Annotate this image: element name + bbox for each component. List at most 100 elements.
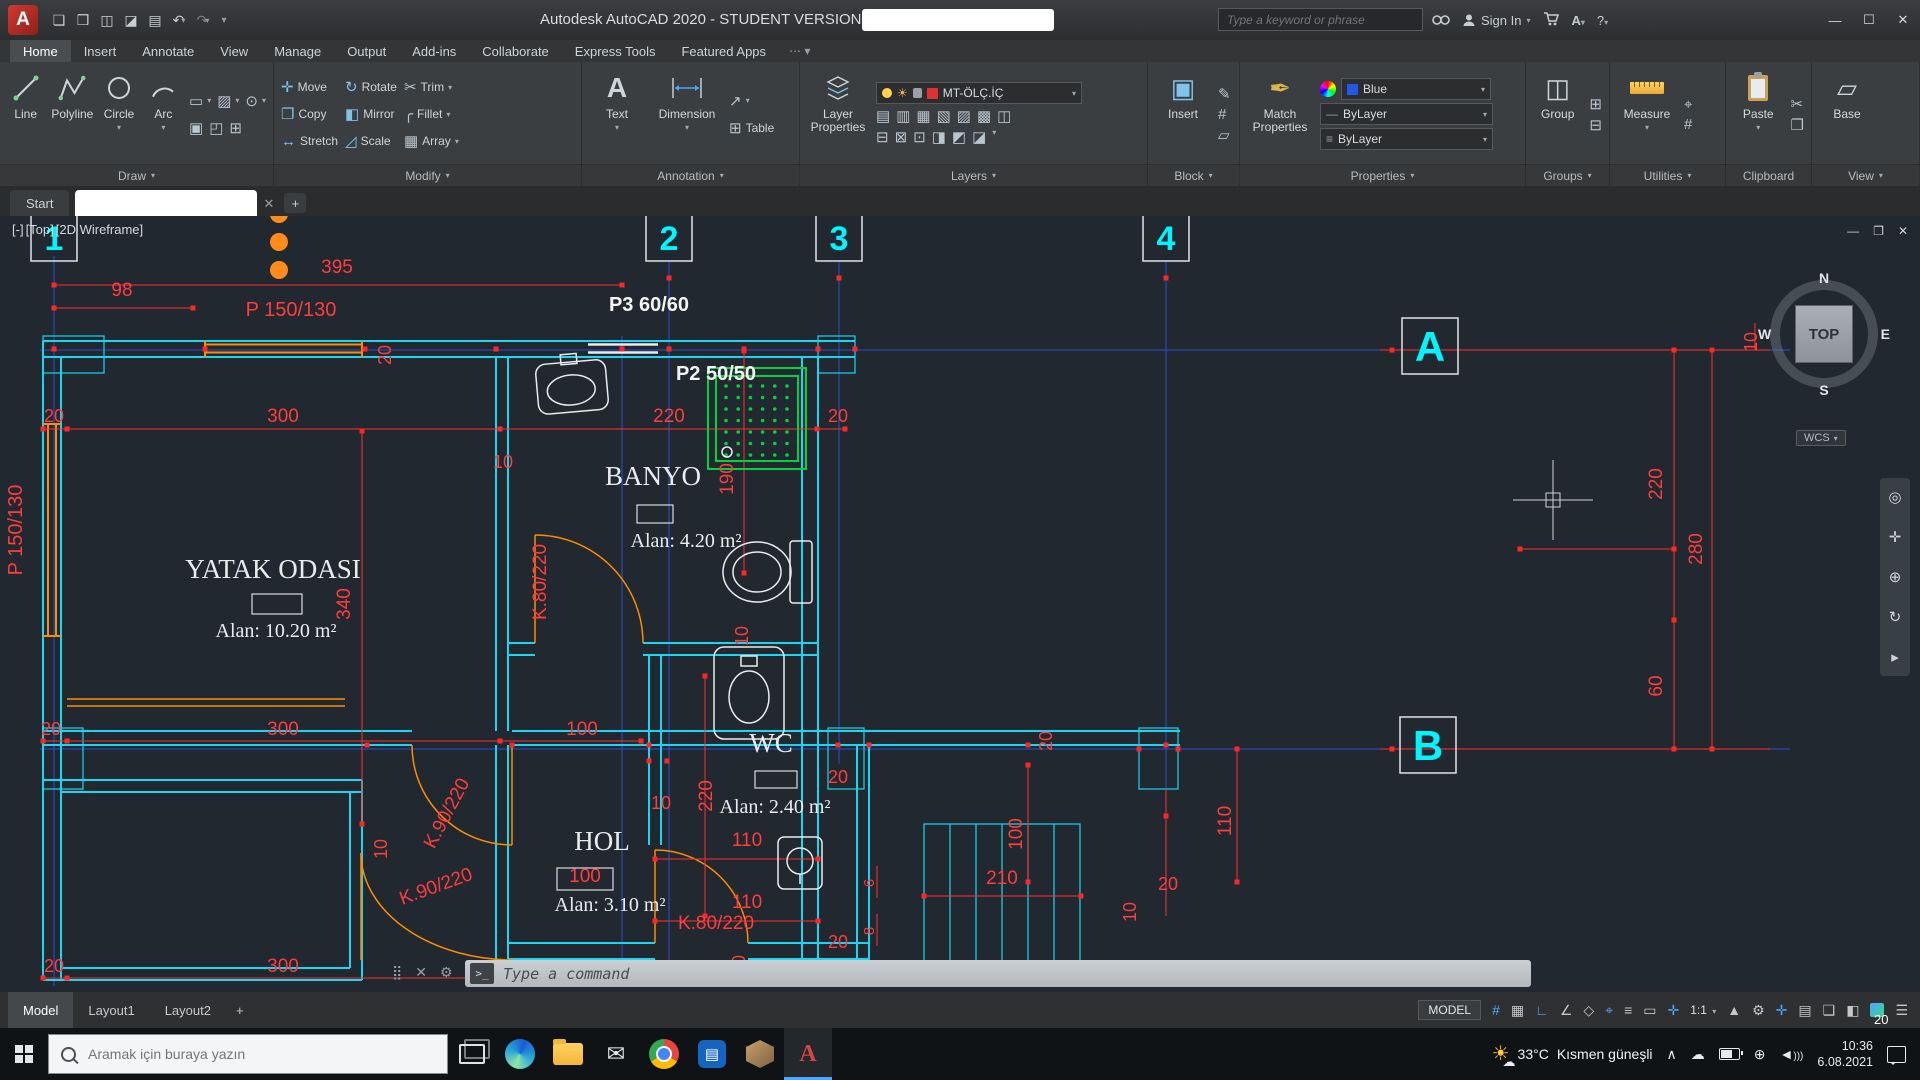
drawing-label[interactable]: 20 <box>1158 874 1178 894</box>
drawing-label[interactable]: 300 <box>267 956 299 977</box>
drawing-label[interactable]: P 150/130 <box>246 299 337 321</box>
grip-dot[interactable] <box>64 975 70 981</box>
ortho-icon[interactable]: ∟ <box>1535 1002 1549 1018</box>
drawing-label[interactable]: HOL <box>574 826 630 856</box>
task-view-button[interactable] <box>448 1028 496 1080</box>
layer-current-icon[interactable]: ▩ <box>977 107 991 125</box>
compass-west[interactable]: W <box>1758 326 1771 342</box>
drawing-label[interactable]: 98 <box>111 280 132 301</box>
grip-dot[interactable] <box>64 738 70 744</box>
grip-dot[interactable] <box>652 856 658 862</box>
ribbon-overflow-icon[interactable]: ⋯ ▾ <box>779 40 820 62</box>
model-space-button[interactable]: MODEL <box>1418 1000 1482 1020</box>
autocad-logo[interactable]: A <box>8 5 38 35</box>
panel-label-draw[interactable]: Draw ▾ <box>0 164 273 186</box>
drawing-label[interactable]: Alan: 3.10 m² <box>555 894 666 916</box>
drawing-label[interactable]: 60 <box>1646 675 1667 696</box>
ellipse-tool-icon[interactable]: ⊙ ▾ <box>245 89 266 113</box>
fillet-button[interactable]: ╭ Fillet ▾ <box>404 102 459 126</box>
grip-dot[interactable] <box>866 742 872 748</box>
layer-prev-icon[interactable]: ◨ <box>932 128 946 146</box>
polar-tracking-icon[interactable]: ∠ <box>1560 1002 1573 1019</box>
ribbon-tab-home[interactable]: Home <box>10 40 71 62</box>
drawing-label[interactable]: 100 <box>566 719 598 740</box>
zoom-extents-icon[interactable]: ⊕ <box>1889 568 1902 586</box>
arc-button[interactable]: Arc ▾ <box>145 66 182 162</box>
layer-off-icon[interactable]: ▤ <box>876 107 890 125</box>
grip-dot[interactable] <box>493 346 499 352</box>
grip-dot[interactable] <box>1136 746 1142 752</box>
grip-dot[interactable] <box>1517 546 1523 552</box>
text-button[interactable]: A Text ▾ <box>589 66 645 162</box>
pan-icon[interactable]: ✛ <box>1889 528 1902 546</box>
layer-thaw-all-icon[interactable]: ⊠ <box>895 128 908 146</box>
drawing-label[interactable]: 300 <box>267 406 299 427</box>
id-point-icon[interactable]: ⌖ <box>1684 96 1692 113</box>
drawing-label[interactable]: P3 60/60 <box>609 294 689 316</box>
lineweight-dropdown[interactable]: — ByLayer ▾ <box>1320 103 1493 125</box>
drawing-close-icon[interactable]: ✕ <box>1898 224 1908 238</box>
drawing-label[interactable]: WC <box>749 728 793 758</box>
start-button[interactable] <box>0 1028 48 1080</box>
drawing-label[interactable]: 10 <box>1120 902 1140 922</box>
full-navigation-wheel-icon[interactable]: ◎ <box>1888 488 1901 506</box>
grip-dot[interactable] <box>702 673 708 679</box>
drawing-label[interactable]: 10 <box>732 626 752 646</box>
drawing-label[interactable]: 220 <box>696 780 717 812</box>
grip-dot[interactable] <box>1709 746 1715 752</box>
undo-icon[interactable]: ↶ ▾ <box>168 8 190 32</box>
annotation-visibility-icon[interactable]: ▲ <box>1727 1002 1741 1018</box>
scale-button[interactable]: ◿ Scale <box>345 129 397 153</box>
grip-dot[interactable] <box>1163 275 1169 281</box>
grid-icon[interactable]: # <box>1492 1002 1500 1018</box>
grip-dot[interactable] <box>638 738 644 744</box>
panel-label-clipboard[interactable]: Clipboard <box>1726 164 1811 186</box>
mirror-button[interactable]: ◧ Mirror <box>345 102 397 126</box>
minimize-button[interactable]: — <box>1818 0 1852 40</box>
layer-match-icon[interactable]: ▨ <box>957 107 971 125</box>
annotation-monitor-icon[interactable]: ✛ <box>1776 1002 1788 1019</box>
orbit-icon[interactable]: ↻ <box>1889 608 1902 626</box>
drawing-label[interactable]: YATAK ODASI <box>185 554 361 584</box>
save-as-icon[interactable]: ◪ <box>120 8 142 32</box>
grip-dot[interactable] <box>619 346 625 352</box>
drawing-label[interactable]: 110 <box>732 830 762 851</box>
grip-dot[interactable] <box>814 426 820 432</box>
move-button[interactable]: ✛ Move <box>281 75 338 99</box>
grip-dot[interactable] <box>362 346 368 352</box>
command-drag-grip-icon[interactable]: ⣿ <box>392 964 402 981</box>
grip-dot[interactable] <box>190 305 196 311</box>
viewcube[interactable]: TOP N S W E <box>1758 270 1890 398</box>
weather-widget[interactable]: ☀ ☁ 33°C Kısmen güneşli <box>1492 1044 1653 1068</box>
panel-label-annotation[interactable]: Annotation ▾ <box>582 164 799 186</box>
boundary-tool-icon[interactable]: ◰ <box>209 116 223 140</box>
plot-icon[interactable]: ▤ <box>144 8 166 32</box>
layout-tab-layout2[interactable]: Layout2 <box>150 992 226 1028</box>
match-properties-button[interactable]: ✒ Match Properties <box>1247 66 1313 162</box>
qat-customize-icon[interactable]: ▾ <box>213 8 235 32</box>
grip-dot[interactable] <box>509 742 515 748</box>
panel-label-block[interactable]: Block ▾ <box>1148 164 1239 186</box>
grip-dot[interactable] <box>852 346 858 352</box>
drawing-restore-icon[interactable]: ❐ <box>1873 224 1884 238</box>
layer-unlock-icon[interactable]: ⊡ <box>913 128 926 146</box>
drawing-label[interactable]: 20 <box>44 956 64 976</box>
base-button[interactable]: ▱ Base <box>1819 66 1875 162</box>
layer-delete-icon[interactable]: ◪ <box>972 128 986 146</box>
grip-dot[interactable] <box>921 893 927 899</box>
block-create-icon[interactable]: ▱ <box>1218 126 1231 144</box>
grip-dot[interactable] <box>1025 762 1031 768</box>
group-button[interactable]: ◫ Group <box>1533 66 1582 162</box>
command-close-icon[interactable]: ✕ <box>415 964 427 981</box>
workspace-icon[interactable]: ⚙ <box>1752 1002 1765 1019</box>
grip-dot[interactable] <box>1025 879 1031 885</box>
drawing-label[interactable]: 10 <box>651 793 671 813</box>
grip-dot[interactable] <box>1671 347 1677 353</box>
grip-dot[interactable] <box>741 570 747 576</box>
help-menu[interactable]: ?▾ <box>1597 13 1608 28</box>
viewport-view-control[interactable]: [Top] <box>26 222 54 237</box>
search-binoculars-icon[interactable] <box>1432 12 1450 29</box>
grip-dot[interactable] <box>202 346 208 352</box>
grip-dot[interactable] <box>40 426 46 432</box>
cart-icon[interactable] <box>1543 11 1560 29</box>
